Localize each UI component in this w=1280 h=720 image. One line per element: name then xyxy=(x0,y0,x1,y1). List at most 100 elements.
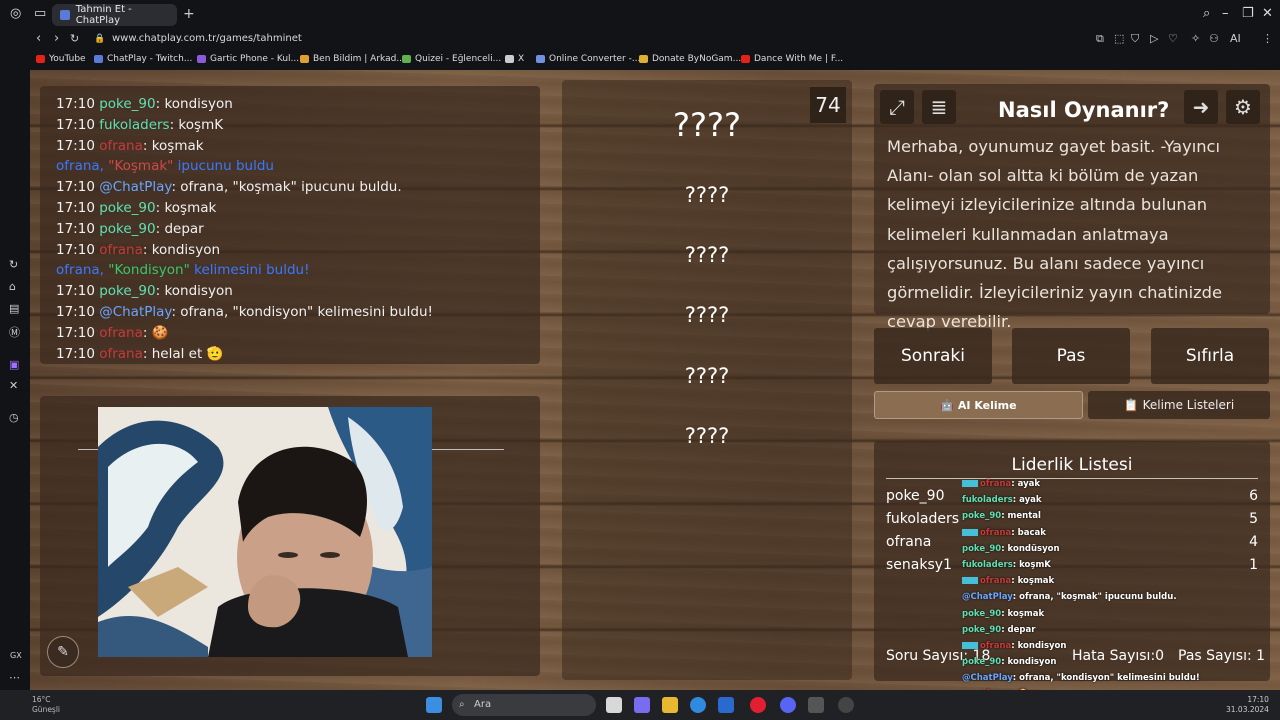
word-lists-button[interactable]: 📋 Kelime Listeleri xyxy=(1088,391,1270,419)
bookmark-donate[interactable]: Donate ByNoGam... xyxy=(639,54,741,64)
x-sidebar-icon[interactable]: ✕ xyxy=(9,379,18,392)
logout-icon[interactable]: ➜ xyxy=(1184,90,1218,124)
profile-icon[interactable]: ⚇ xyxy=(1209,32,1219,45)
feed-username: poke_90 xyxy=(962,608,1002,619)
feed-text: : koşmak xyxy=(1001,608,1045,619)
chat-username[interactable]: poke_90 xyxy=(99,221,155,237)
donate-icon xyxy=(639,55,648,63)
bookmark-dance[interactable]: Dance With Me | F... xyxy=(741,54,843,64)
badge-icon xyxy=(962,528,978,536)
ai-button[interactable]: AI xyxy=(1230,32,1241,45)
steam-icon[interactable] xyxy=(838,697,854,713)
task-view-icon[interactable] xyxy=(606,697,622,713)
shield-icon[interactable]: ⛉ xyxy=(1131,32,1139,46)
ai-word-button[interactable]: 🤖 AI Kelime xyxy=(874,391,1083,419)
tab-menu-icon[interactable]: ▭ xyxy=(34,6,46,21)
overlay-feed-row: fukoladers: koşmK xyxy=(962,557,1202,573)
minimize-icon[interactable]: – xyxy=(1222,6,1229,21)
taskbar-search[interactable]: ⌕ Ara xyxy=(452,694,596,716)
chat-username[interactable]: @ChatPlay xyxy=(99,304,171,320)
fullscreen-icon[interactable]: ⤢ xyxy=(880,90,914,124)
bookmark-converter[interactable]: Online Converter -... xyxy=(536,54,640,64)
feed-username: ofrana xyxy=(980,527,1012,538)
bookmark-x[interactable]: X xyxy=(505,54,524,64)
obs-icon[interactable] xyxy=(808,697,824,713)
opera-gx-icon[interactable] xyxy=(750,697,766,713)
feed-text: : ayak xyxy=(1012,495,1042,506)
chat-username[interactable]: ofrana xyxy=(99,138,143,154)
chat-time: 17:10 xyxy=(56,303,95,320)
browser-tab[interactable]: Tahmin Et - ChatPlay xyxy=(52,4,177,26)
chat-text: : ofrana, "kondisyon" kelimesini buldu! xyxy=(171,303,433,320)
windows-start-icon[interactable] xyxy=(426,697,442,713)
reload-icon[interactable]: ↻ xyxy=(70,32,79,45)
chat-message: 17:10 poke_90: kondisyon xyxy=(56,94,540,115)
close-icon[interactable]: ✕ xyxy=(1262,6,1273,21)
heart-icon[interactable]: ♡ xyxy=(1168,32,1178,45)
weather-widget[interactable]: 16°C Güneşli xyxy=(32,695,60,715)
chat-text: : 🍪 xyxy=(142,324,169,341)
history-sidebar-icon[interactable]: ↻ xyxy=(9,258,18,271)
menu-icon[interactable]: ⋮ xyxy=(1262,32,1273,45)
twitch-icon[interactable]: ▣ xyxy=(9,358,19,371)
edge-icon[interactable] xyxy=(690,697,706,713)
forward-icon[interactable]: › xyxy=(54,31,59,46)
feed-username: @ChatPlay xyxy=(962,592,1013,603)
chat-username[interactable]: @ChatPlay xyxy=(99,179,171,195)
pinboard-icon[interactable]: ⌂ xyxy=(9,280,16,293)
chat-username[interactable]: poke_90 xyxy=(99,96,155,112)
store-icon[interactable] xyxy=(718,697,734,713)
messenger-icon[interactable]: Ⓜ xyxy=(9,324,20,340)
back-icon[interactable]: ‹ xyxy=(36,31,41,46)
chat-username[interactable]: ofrana xyxy=(99,242,143,258)
chat-message: 17:10 @ChatPlay: ofrana, "koşmak" ipucun… xyxy=(56,177,540,198)
howto-title: Nasıl Oynanır? xyxy=(998,98,1170,122)
url-field[interactable]: www.chatplay.com.tr/games/tahminet xyxy=(112,33,302,44)
clock-icon[interactable]: ◷ xyxy=(9,411,19,424)
converter-icon xyxy=(536,55,545,63)
badge-icon xyxy=(962,480,978,487)
chat-time: 17:10 xyxy=(56,137,95,154)
puzzle-icon[interactable]: ✧ xyxy=(1191,32,1200,45)
pass-button[interactable]: Pas xyxy=(1012,328,1130,384)
edit-pencil-button[interactable]: ✎ xyxy=(47,636,79,668)
reset-button[interactable]: Sıfırla xyxy=(1151,328,1269,384)
chatplay-icon xyxy=(94,55,103,63)
notes-icon[interactable]: ≣ xyxy=(922,90,956,124)
chat-username[interactable]: fukoladers xyxy=(99,117,169,133)
overlay-feed-row: poke_90: mental xyxy=(962,508,1202,524)
play-icon[interactable]: ▷ xyxy=(1150,32,1158,45)
chat-username[interactable]: poke_90 xyxy=(99,200,155,216)
bookmark-gartic[interactable]: Gartic Phone - Kul... xyxy=(197,54,299,64)
bookmark-benbildim[interactable]: Ben Bildim | Arkad... xyxy=(300,54,405,64)
extension-icon[interactable]: ⧉ xyxy=(1096,32,1104,46)
chat-time: 17:10 xyxy=(56,324,95,341)
overlay-feed-row: poke_90: kondüsyon xyxy=(962,541,1202,557)
new-tab-button[interactable]: + xyxy=(183,6,195,22)
maximize-icon[interactable]: ❐ xyxy=(1242,6,1254,21)
opera-logo-icon[interactable]: ◎ xyxy=(10,6,21,21)
bookmark-youtube[interactable]: YouTube xyxy=(36,54,86,64)
more-icon[interactable]: ⋯ xyxy=(9,671,20,684)
bookmark-chatplay[interactable]: ChatPlay - Twitch... xyxy=(94,54,192,64)
copilot-icon[interactable] xyxy=(634,697,650,713)
chat-time: 17:10 xyxy=(56,96,95,112)
gear-icon[interactable]: ⚙ xyxy=(1226,90,1260,124)
search-icon[interactable]: ⌕ xyxy=(1203,6,1210,21)
snapshot-icon[interactable]: ⬚ xyxy=(1114,32,1124,45)
system-clock[interactable]: 17:10 31.03.2024 xyxy=(1226,695,1269,715)
taskbar: 16°C Güneşli ⌕ Ara 17:10 31.03.2024 xyxy=(0,690,1280,720)
workspace-icon[interactable]: ▤ xyxy=(9,302,19,315)
chat-username[interactable]: poke_90 xyxy=(99,283,155,299)
badge-icon xyxy=(962,577,978,585)
feed-username: ofrana xyxy=(980,640,1012,651)
file-explorer-icon[interactable] xyxy=(662,697,678,713)
gx-label[interactable]: GX xyxy=(10,651,22,660)
discord-icon[interactable] xyxy=(780,697,796,713)
chat-panel: 17:10 poke_90: kondisyon 17:10 fukoladers… xyxy=(40,86,540,364)
chat-username[interactable]: ofrana xyxy=(99,346,143,362)
chat-username[interactable]: ofrana xyxy=(99,325,143,341)
bookmark-quizei[interactable]: Quizei - Eğlenceli... xyxy=(402,54,501,64)
next-button[interactable]: Sonraki xyxy=(874,328,992,384)
feed-text: : mental xyxy=(1001,511,1041,522)
